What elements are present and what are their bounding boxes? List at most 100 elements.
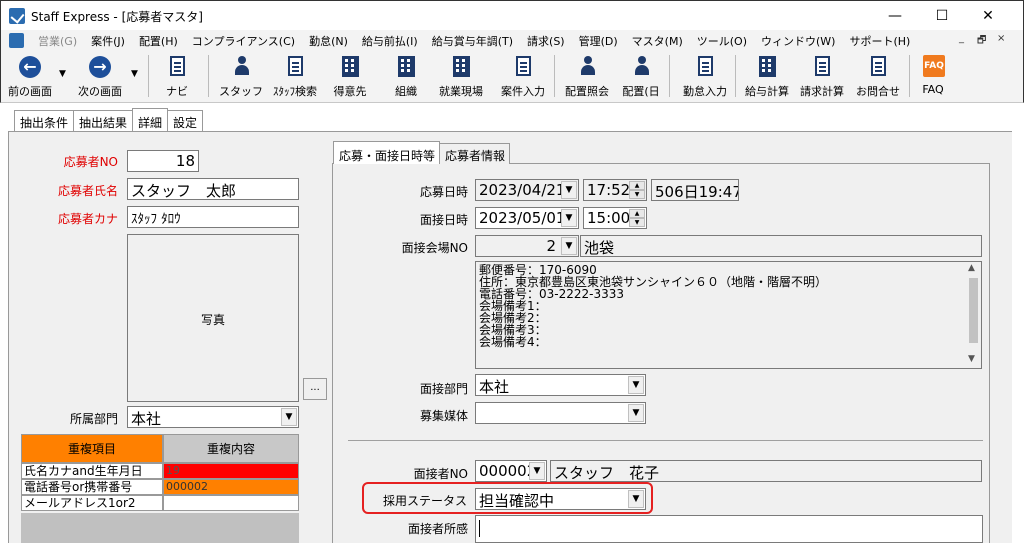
menu-assign[interactable]: 配置(H) — [132, 32, 185, 50]
inner-tabs: 応募・面接日時等 応募者情報 — [333, 141, 511, 164]
memo-label: 面接者所感 — [407, 522, 468, 536]
tab-settings[interactable]: 設定 — [167, 110, 204, 131]
assign-query-icon — [579, 56, 597, 76]
interview-dept-select[interactable]: 本社 ▼ — [475, 374, 646, 396]
spin-down-icon[interactable]: ▼ — [629, 190, 645, 199]
dropdown-arrow-icon[interactable]: ▼ — [561, 237, 577, 255]
menu-window[interactable]: ウィンドウ(W) — [754, 32, 842, 50]
dup-value-cell: 19 — [163, 463, 299, 479]
tab-extract-results[interactable]: 抽出結果 — [73, 110, 134, 131]
section-divider — [348, 440, 983, 441]
scroll-thumb[interactable] — [969, 278, 978, 343]
menu-sales[interactable]: 営業(G) — [31, 32, 84, 50]
toolbar-separator — [909, 55, 910, 97]
arrow-left-icon: ← — [19, 56, 41, 78]
mdi-close-button[interactable]: × — [997, 33, 1005, 44]
menu-attendance[interactable]: 勤怠(N) — [302, 32, 355, 50]
venue-info-scrollbar[interactable]: ▲ ▼ — [966, 262, 981, 368]
navi-button[interactable]: ナビ — [161, 53, 193, 99]
menu-prepay[interactable]: 給与前払(I) — [355, 32, 425, 50]
applicant-kana-field[interactable]: ｽﾀｯﾌ ﾀﾛｳ — [127, 206, 299, 228]
back-dropdown-icon[interactable]: ▼ — [59, 69, 66, 79]
back-button[interactable]: ← 前の画面 — [5, 53, 55, 99]
maximize-button[interactable]: ☐ — [919, 1, 965, 31]
menu-billing[interactable]: 請求(S) — [520, 32, 572, 50]
spin-up-icon[interactable]: ▲ — [629, 209, 645, 218]
applicant-no-field[interactable]: 18 — [127, 150, 199, 172]
scroll-down-icon[interactable]: ▼ — [968, 354, 975, 364]
mdi-minimize-button[interactable]: _ — [959, 33, 964, 44]
photo-label: 写真 — [200, 313, 225, 327]
dropdown-arrow-icon[interactable]: ▼ — [281, 408, 297, 426]
interview-date-field[interactable]: 2023/05/01 ▼ — [475, 207, 579, 229]
inquiry-button[interactable]: お問合せ — [853, 53, 903, 99]
media-select[interactable]: ▼ — [475, 402, 646, 424]
apply-date-field[interactable]: 2023/04/21 ▼ — [475, 179, 579, 201]
menu-compliance[interactable]: コンプライアンス(C) — [185, 32, 302, 50]
tab-application-interview[interactable]: 応募・面接日時等 — [333, 141, 441, 164]
org-button[interactable]: 組織 — [388, 53, 424, 99]
dept-select[interactable]: 本社 ▼ — [127, 406, 299, 428]
interviewer-memo-field[interactable] — [475, 515, 983, 543]
interview-dept-value: 本社 — [479, 378, 510, 396]
calendar-dropdown-icon[interactable]: ▼ — [561, 181, 577, 199]
menu-support[interactable]: サポート(H) — [842, 32, 917, 50]
next-button[interactable]: → 次の画面 — [73, 53, 127, 99]
apply-time-field[interactable]: 17:52 ▲ ▼ — [583, 179, 647, 201]
interviewer-no-select[interactable]: 000002 ▼ — [475, 460, 547, 482]
assign-query-button[interactable]: 配置照会 — [561, 53, 613, 99]
menu-tools[interactable]: ツール(O) — [690, 32, 754, 50]
staff-search-button[interactable]: ｽﾀｯﾌ検索 — [269, 53, 321, 99]
menu-list: 営業(G) 案件(J) 配置(H) コンプライアンス(C) 勤怠(N) 給与前払… — [31, 32, 917, 50]
calendar-dropdown-icon[interactable]: ▼ — [561, 209, 577, 227]
next-dropdown-icon[interactable]: ▼ — [131, 69, 138, 79]
mdi-icon[interactable] — [9, 33, 24, 48]
toolbar: ← 前の画面 ▼ → 次の画面 ▼ ナビ スタッフ ｽﾀｯﾌ検索 得意先 組織 … — [0, 51, 1024, 103]
menu-payroll[interactable]: 給与賞与年調(T) — [425, 32, 520, 50]
close-button[interactable]: ✕ — [965, 1, 1011, 31]
minimize-button[interactable]: — — [872, 1, 918, 31]
tab-applicant-info[interactable]: 応募者情報 — [439, 143, 511, 164]
dup-item-cell: 氏名カナand生年月日 — [21, 463, 163, 479]
faq-button[interactable]: FAQ FAQ — [918, 53, 948, 99]
spin-down-icon[interactable]: ▼ — [629, 218, 645, 227]
apply-datetime-label: 応募日時 — [419, 185, 468, 199]
table-row[interactable]: 氏名カナand生年月日 19 — [21, 463, 299, 479]
worksite-building-icon — [453, 56, 470, 77]
menu-jobs[interactable]: 案件(J) — [84, 32, 132, 50]
dropdown-arrow-icon[interactable]: ▼ — [628, 490, 644, 508]
payroll-button[interactable]: 給与計算 — [741, 53, 793, 99]
status-select[interactable]: 担当確認中 ▼ — [475, 488, 646, 510]
staff-button[interactable]: スタッフ — [219, 53, 263, 99]
dropdown-arrow-icon[interactable]: ▼ — [628, 404, 644, 422]
spin-up-icon[interactable]: ▲ — [629, 181, 645, 190]
assign-day-button[interactable]: 配置(日 — [619, 53, 663, 99]
dup-item-cell: 電話番号or携帯番号 — [21, 479, 163, 495]
tab-extract-conditions[interactable]: 抽出条件 — [14, 110, 75, 131]
applicant-name-field[interactable]: スタッフ 太郎 — [127, 178, 299, 200]
dropdown-arrow-icon[interactable]: ▼ — [529, 462, 545, 480]
worksite-button[interactable]: 就業現場 — [435, 53, 487, 99]
interview-time-field[interactable]: 15:00 ▲ ▼ — [583, 207, 647, 229]
attendance-button[interactable]: 勤怠入力 — [679, 53, 731, 99]
tab-detail[interactable]: 詳細 — [132, 108, 169, 131]
mdi-restore-button[interactable]: 🗗 — [977, 33, 986, 50]
venue-info-box[interactable]: 郵便番号：170-6090 住所：東京都豊島区東池袋サンシャイン６０（地階・階層… — [475, 261, 982, 369]
app-icon — [9, 8, 25, 24]
venue-phone: 電話番号：03-2222-3333 — [479, 287, 625, 301]
faq-icon: FAQ — [923, 55, 945, 77]
applicant-name-label: 応募者氏名 — [57, 184, 118, 198]
payroll-calculator-icon — [759, 56, 776, 77]
client-button[interactable]: 得意先 — [330, 53, 370, 99]
photo-browse-button[interactable]: ... — [303, 378, 327, 400]
interview-date-value: 2023/05/01 — [479, 209, 566, 227]
billing-button[interactable]: 請求計算 — [796, 53, 848, 99]
scroll-up-icon[interactable]: ▲ — [968, 263, 975, 273]
table-row[interactable]: 電話番号or携帯番号 000002 — [21, 479, 299, 495]
table-row[interactable]: メールアドレス1or2 — [21, 495, 299, 511]
menu-admin[interactable]: 管理(D) — [572, 32, 625, 50]
job-entry-button[interactable]: 案件入力 — [497, 53, 549, 99]
menu-master[interactable]: マスタ(M) — [625, 32, 690, 50]
venue-no-select[interactable]: 2 ▼ — [475, 235, 579, 257]
dropdown-arrow-icon[interactable]: ▼ — [628, 376, 644, 394]
